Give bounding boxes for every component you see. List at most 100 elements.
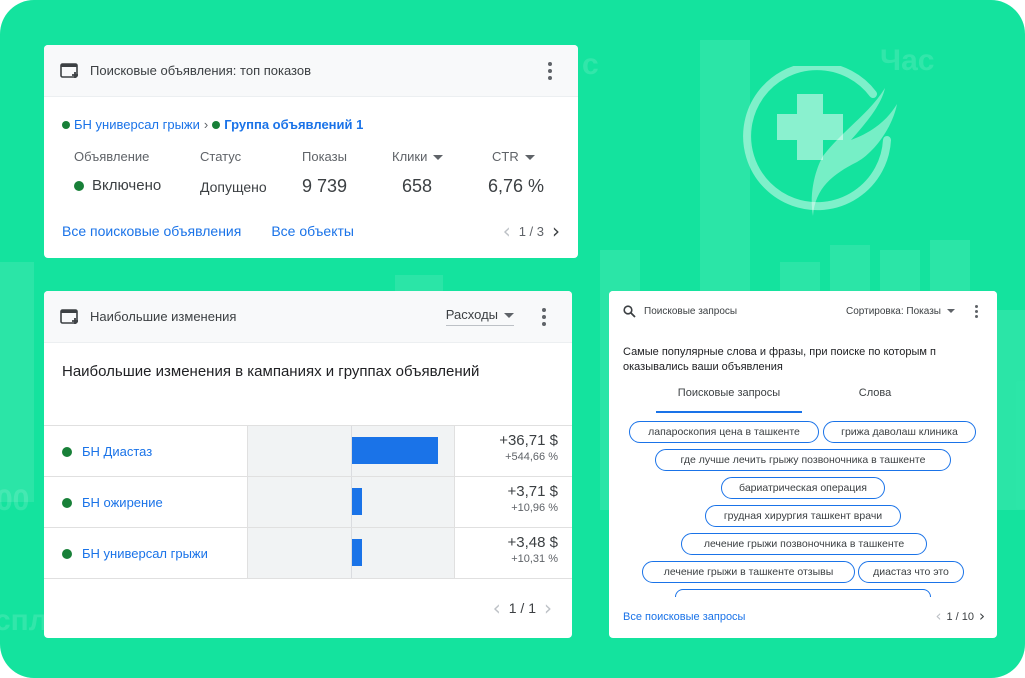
change-bar (352, 437, 438, 464)
query-chip[interactable]: лечение грыжи в ташкенте отзывы (642, 561, 855, 583)
campaign-link[interactable]: БН ожирение (82, 495, 163, 510)
change-value-cell: +36,71 $ +544,66 % (499, 432, 558, 463)
background-watermark-text: с (582, 48, 599, 81)
breadcrumb: БН универсал грыжи › Группа объявлений 1 (62, 117, 363, 132)
impressions-value: 9 739 (302, 176, 348, 196)
query-chip[interactable]: диастаз что это (858, 561, 964, 583)
change-row: БН Диастаз +36,71 $ +544,66 % (44, 426, 572, 477)
more-options-icon[interactable] (969, 304, 983, 318)
query-chip[interactable]: лечение грыжи позвоночника в ташкенте (681, 533, 927, 555)
ad-card-icon (60, 62, 80, 79)
tab-words[interactable]: Слова (839, 387, 911, 413)
chevron-left-icon[interactable]: ‹ (935, 609, 941, 624)
card-title: Поисковые запросы (644, 305, 738, 317)
page-indicator: 1 / 1 (508, 600, 536, 616)
chevron-left-icon[interactable]: ‹ (503, 221, 511, 241)
all-search-ads-link[interactable]: Все поисковые объявления (62, 223, 241, 239)
query-chip[interactable]: грудная хирургия ташкент врачи (705, 505, 901, 527)
pagination: ‹ 1 / 10 › (935, 609, 985, 624)
campaign-link[interactable]: БН универсал грыжи (82, 546, 208, 561)
card-header: Наибольшие изменения Расходы (44, 291, 572, 343)
ad-card-icon (60, 308, 80, 325)
pagination: ‹ 1 / 3 › (503, 221, 560, 241)
change-bar (352, 539, 362, 566)
query-chip[interactable]: где лучше лечить грыжу позвоночника в та… (655, 449, 951, 471)
chevron-right-icon[interactable]: › (544, 598, 552, 618)
chevron-right-icon[interactable]: › (552, 221, 560, 241)
column-ctr: CTR 6,76 % (488, 149, 544, 197)
more-options-icon[interactable] (532, 307, 556, 326)
card-footer: Все поисковые запросы ‹ 1 / 10 › (623, 609, 985, 624)
enabled-dot-icon (62, 446, 72, 457)
all-search-queries-link[interactable]: Все поисковые запросы (623, 611, 745, 623)
chevron-left-icon[interactable]: ‹ (493, 598, 501, 618)
card-title: Поисковые объявления: топ показов (90, 63, 311, 78)
change-bar-cell (247, 528, 455, 578)
column-header: CTR (492, 149, 519, 164)
background-watermark-text: 00 (0, 484, 30, 517)
campaign-cell: БН универсал грыжи (62, 528, 208, 579)
search-queries-card: Поисковые запросы Сортировка: Показы Сам… (609, 291, 997, 638)
change-amount: +3,71 $ (507, 483, 558, 500)
change-row: БН ожирение +3,71 $ +10,96 % (44, 477, 572, 528)
sort-select[interactable]: Сортировка: Показы (846, 306, 955, 317)
campaign-cell: БН Диастаз (62, 426, 152, 477)
column-header: Клики (392, 149, 428, 164)
campaign-link[interactable]: БН Диастаз (82, 444, 152, 459)
card-footer: Все поисковые объявления Все объекты ‹ 1… (62, 221, 560, 241)
dropdown-caret-icon (947, 308, 955, 313)
enabled-dot-icon (74, 180, 84, 191)
medical-cross-hand-logo (743, 66, 897, 216)
all-objects-link[interactable]: Все объекты (271, 223, 354, 239)
card-title: Наибольшие изменения (90, 309, 237, 324)
query-chip[interactable]: грижа даволаш клиника (823, 421, 976, 443)
chevron-right-icon[interactable]: › (979, 609, 985, 624)
breadcrumb-campaign-link[interactable]: БН универсал грыжи (74, 117, 200, 132)
query-chip[interactable]: лапароскопия цена в ташкенте (629, 421, 819, 443)
column-ad: Объявление Включено (74, 149, 161, 194)
background-chart-bar (0, 262, 34, 502)
background-watermark-text: спл (0, 604, 48, 637)
dropdown-caret-icon (504, 313, 514, 319)
query-chip-partial[interactable] (675, 589, 931, 597)
more-options-icon[interactable] (538, 61, 562, 80)
change-percent: +10,31 % (511, 553, 558, 565)
status-dot-icon (62, 120, 70, 129)
sort-caret-icon (433, 155, 444, 161)
ctr-value: 6,76 % (488, 176, 545, 196)
search-icon (623, 304, 636, 318)
change-amount: +3,48 $ (507, 534, 558, 551)
clicks-sort-header[interactable]: Клики (392, 149, 444, 164)
sort-select-value: Сортировка: Показы (845, 305, 941, 317)
tab-search-queries[interactable]: Поисковые запросы (656, 387, 802, 413)
app-background: Час спл 00 с Поисковые объявления: топ п… (0, 0, 1025, 678)
change-value-cell: +3,71 $ +10,96 % (508, 483, 558, 514)
top-search-ads-card: Поисковые объявления: топ показов БН уни… (44, 45, 578, 258)
change-bar (352, 488, 362, 515)
card-header: Поисковые объявления: топ показов (44, 45, 578, 97)
column-header: Показы (302, 149, 347, 164)
change-bar-cell (247, 477, 455, 527)
change-row: БН универсал грыжи +3,48 $ +10,31 % (44, 528, 572, 579)
ad-status-value: Включено (74, 177, 161, 194)
column-header: Статус (200, 149, 242, 164)
card-description: Самые популярные слова и фразы, при поис… (623, 346, 936, 373)
column-impressions: Показы 9 739 (302, 149, 347, 197)
ad-enabled-label: Включено (92, 177, 162, 194)
change-value-cell: +3,48 $ +10,31 % (508, 534, 558, 565)
clicks-value: 658 (402, 176, 433, 196)
enabled-dot-icon (62, 497, 72, 508)
query-chip[interactable]: бариатрическая операция (721, 477, 885, 499)
column-status: Статус Допущено (200, 149, 267, 195)
change-percent: +10,96 % (511, 502, 558, 514)
card-header: Поисковые запросы Сортировка: Показы (609, 291, 997, 331)
changes-table: БН Диастаз +36,71 $ +544,66 % БН ожирение +3… (44, 425, 572, 579)
column-clicks: Клики 658 (392, 149, 444, 197)
status-dot-icon (212, 120, 221, 129)
change-amount: +36,71 $ (499, 432, 558, 449)
sort-caret-icon (524, 155, 535, 161)
breadcrumb-ad-group-link[interactable]: Группа объявлений 1 (224, 117, 363, 132)
ctr-sort-header[interactable]: CTR (492, 149, 544, 164)
metric-select[interactable]: Расходы (445, 307, 514, 326)
change-bar-cell (247, 426, 455, 476)
